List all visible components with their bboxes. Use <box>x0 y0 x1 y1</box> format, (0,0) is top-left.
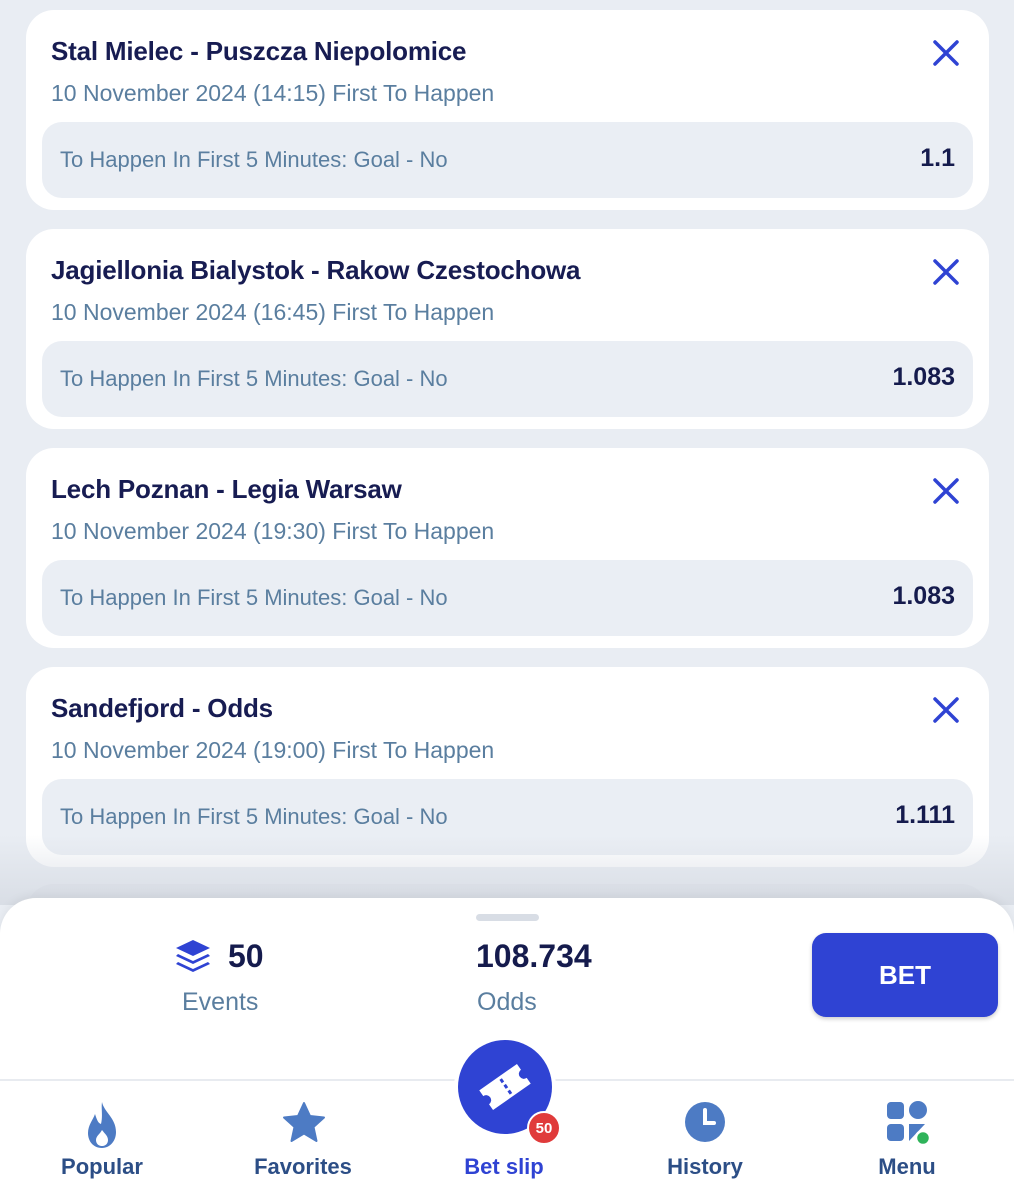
layers-icon <box>176 940 210 972</box>
flame-icon <box>88 1102 116 1148</box>
selection-label: To Happen In First 5 Minutes: Goal - No <box>60 804 448 829</box>
selection-label: To Happen In First 5 Minutes: Goal - No <box>60 366 448 391</box>
match-title: Sandefjord - Odds <box>51 693 273 723</box>
nav-menu[interactable]: Menu <box>827 1086 987 1196</box>
bet-button[interactable]: BET <box>812 933 998 1017</box>
remove-bet-button[interactable] <box>931 38 961 68</box>
scroll-fade <box>0 835 1014 905</box>
star-icon <box>283 1102 325 1142</box>
match-subtitle: 10 November 2024 (19:00) First To Happen <box>51 737 495 763</box>
close-icon <box>933 259 959 285</box>
remove-bet-button[interactable] <box>931 257 961 287</box>
match-title: Jagiellonia Bialystok - Rakow Czestochow… <box>51 255 581 285</box>
match-subtitle: 10 November 2024 (14:15) First To Happen <box>51 80 495 106</box>
bet-summary-sheet: 50 Events 108.734 Odds BET Popular Favor… <box>0 898 1014 1200</box>
clock-icon <box>685 1102 725 1142</box>
match-subtitle: 10 November 2024 (16:45) First To Happen <box>51 299 495 325</box>
events-count: 50 <box>228 938 264 974</box>
selection-label: To Happen In First 5 Minutes: Goal - No <box>60 147 448 172</box>
events-label: Events <box>182 988 259 1016</box>
bet-card: Stal Mielec - Puszcza Niepolomice 10 Nov… <box>26 10 989 210</box>
close-icon <box>933 40 959 66</box>
nav-betslip-label: Bet slip <box>464 1154 544 1179</box>
remove-bet-button[interactable] <box>931 476 961 506</box>
nav-popular[interactable]: Popular <box>22 1086 182 1196</box>
selection-odds: 1.083 <box>892 582 955 610</box>
selection-row[interactable]: To Happen In First 5 Minutes: Goal - No … <box>42 560 973 636</box>
bet-card: Lech Poznan - Legia Warsaw 10 November 2… <box>26 448 989 648</box>
selection-label: To Happen In First 5 Minutes: Goal - No <box>60 585 448 610</box>
selection-odds: 1.083 <box>892 363 955 391</box>
match-subtitle: 10 November 2024 (19:30) First To Happen <box>51 518 495 544</box>
grid-menu-icon <box>887 1101 931 1146</box>
betslip-count-badge: 50 <box>527 1111 561 1145</box>
nav-popular-label: Popular <box>61 1154 143 1179</box>
selection-odds: 1.111 <box>895 801 955 829</box>
nav-history[interactable]: History <box>625 1086 785 1196</box>
close-icon <box>933 697 959 723</box>
drag-handle[interactable] <box>476 914 539 921</box>
selection-row[interactable]: To Happen In First 5 Minutes: Goal - No … <box>42 341 973 417</box>
bet-card: Jagiellonia Bialystok - Rakow Czestochow… <box>26 229 989 429</box>
remove-bet-button[interactable] <box>931 695 961 725</box>
selection-odds: 1.1 <box>920 144 955 172</box>
nav-menu-label: Menu <box>878 1154 936 1179</box>
nav-history-label: History <box>667 1154 743 1179</box>
match-title: Lech Poznan - Legia Warsaw <box>51 474 402 504</box>
nav-favorites[interactable]: Favorites <box>223 1086 383 1196</box>
match-title: Stal Mielec - Puszcza Niepolomice <box>51 36 467 66</box>
odds-label: Odds <box>477 988 537 1016</box>
nav-favorites-label: Favorites <box>254 1154 352 1179</box>
selection-row[interactable]: To Happen In First 5 Minutes: Goal - No … <box>42 122 973 198</box>
close-icon <box>933 478 959 504</box>
total-odds: 108.734 <box>476 938 592 974</box>
